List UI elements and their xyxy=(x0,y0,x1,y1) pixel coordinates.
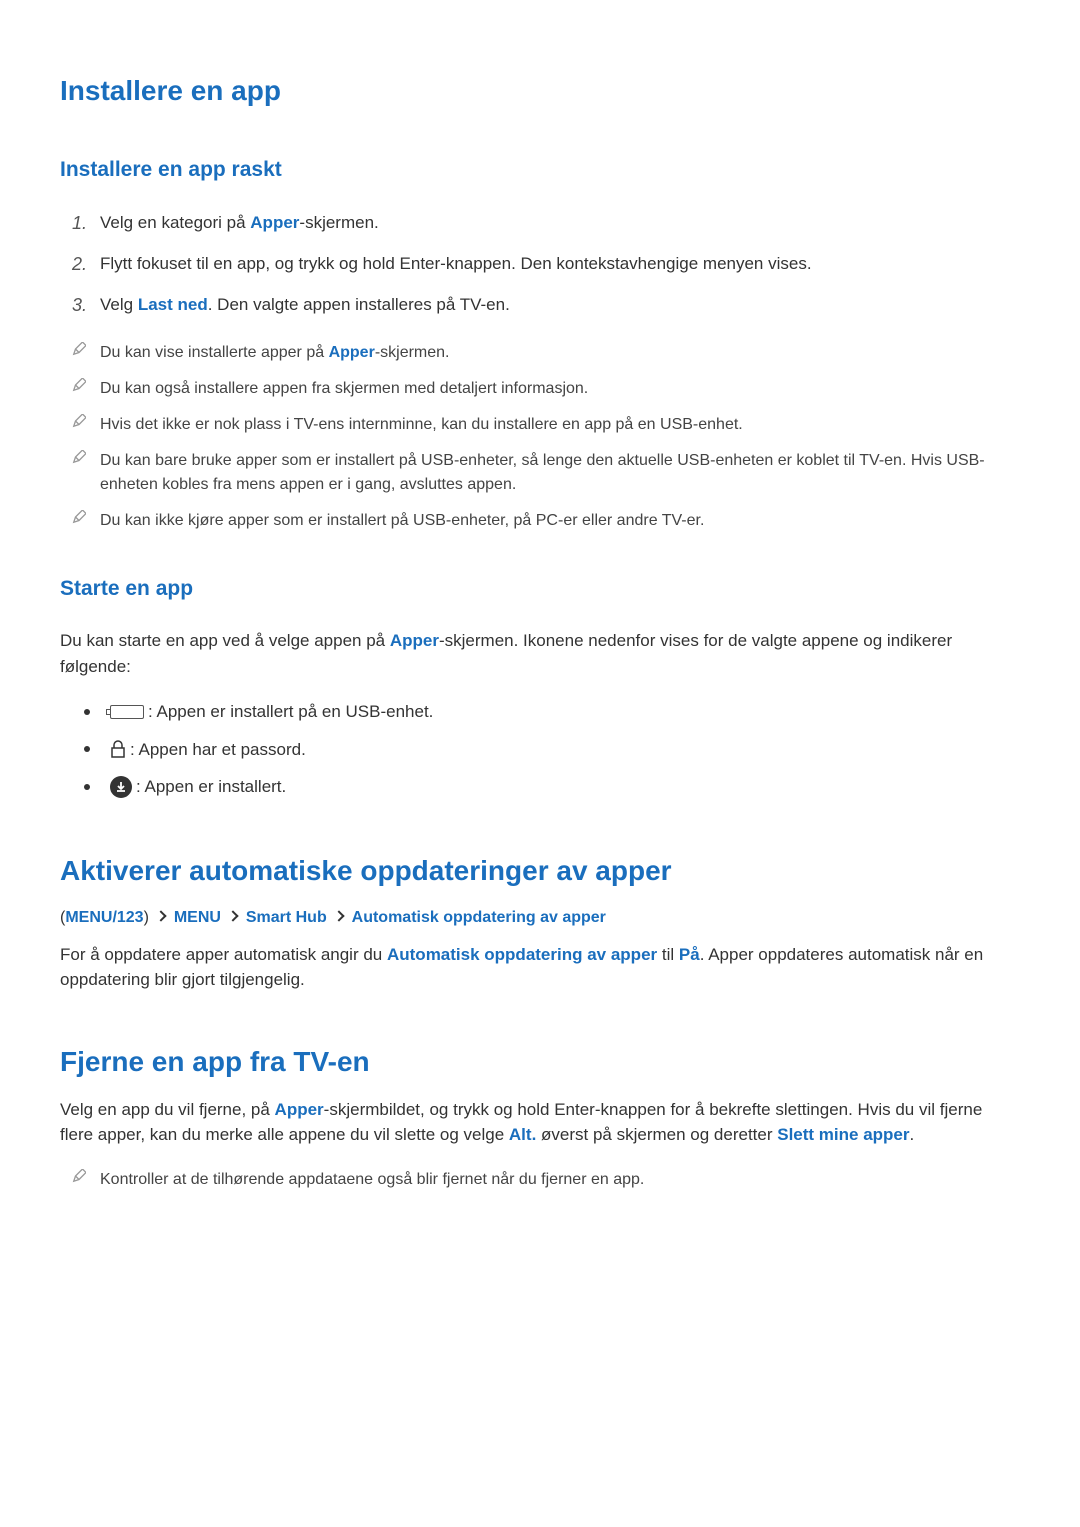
step-number: 2. xyxy=(72,251,100,278)
note-body: Du kan vise installerte apper på Apper-s… xyxy=(100,341,1020,365)
emphasis: Automatisk oppdatering av apper xyxy=(387,945,657,964)
list-item: Hvis det ikke er nok plass i TV-ens inte… xyxy=(72,413,1020,437)
text: Velg xyxy=(100,295,138,314)
emphasis: Last ned xyxy=(138,295,208,314)
list-item: : Appen er installert på en USB-enhet. xyxy=(84,699,1020,725)
list-item: Kontroller at de tilhørende appdataene o… xyxy=(72,1168,1020,1192)
list-item: : Appen er installert. xyxy=(84,774,1020,800)
text: -skjermen. xyxy=(375,344,450,361)
pencil-icon xyxy=(72,377,100,400)
emphasis: Apper xyxy=(390,631,439,650)
chevron-right-icon xyxy=(228,911,239,922)
text: Du kan vise installerte apper på xyxy=(100,344,329,361)
text: : Appen er installert på en USB-enhet. xyxy=(148,699,433,725)
note-body: Kontroller at de tilhørende appdataene o… xyxy=(100,1168,644,1192)
text: øverst på skjermen og deretter xyxy=(536,1125,777,1144)
text: . Den valgte appen installeres på TV-en. xyxy=(208,295,510,314)
pencil-icon xyxy=(72,341,100,364)
text: For å oppdatere apper automatisk angir d… xyxy=(60,945,387,964)
emphasis: På xyxy=(679,945,700,964)
text: . xyxy=(910,1125,915,1144)
bullet-icon xyxy=(84,746,90,752)
note-body: Hvis det ikke er nok plass i TV-ens inte… xyxy=(100,413,1020,437)
remove-notes-list: Kontroller at de tilhørende appdataene o… xyxy=(72,1168,1020,1192)
pencil-icon xyxy=(72,509,100,532)
text: : Appen er installert. xyxy=(136,774,286,800)
section-start-app: Starte en app xyxy=(60,573,1020,605)
step-body: Velg Last ned. Den valgte appen installe… xyxy=(100,292,1020,318)
pencil-icon xyxy=(72,449,100,472)
chevron-right-icon xyxy=(334,911,345,922)
breadcrumb-item: Automatisk oppdatering av apper xyxy=(352,909,606,926)
text: ) xyxy=(144,909,154,926)
list-item: 2. Flytt fokuset til en app, og trykk og… xyxy=(72,251,1020,278)
section-auto-update: Aktiverer automatiske oppdateringer av a… xyxy=(60,850,1020,892)
list-item: Du kan ikke kjøre apper som er installer… xyxy=(72,509,1020,533)
list-item: 1. Velg en kategori på Apper-skjermen. xyxy=(72,210,1020,237)
emphasis: Slett mine apper xyxy=(777,1125,909,1144)
remove-app-para: Velg en app du vil fjerne, på Apper-skje… xyxy=(60,1097,1020,1148)
section-install-quick: Installere en app raskt xyxy=(60,154,1020,186)
note-body: Du kan også installere appen fra skjerme… xyxy=(100,377,1020,401)
emphasis: Alt. xyxy=(509,1125,536,1144)
auto-update-para: For å oppdatere apper automatisk angir d… xyxy=(60,942,1020,993)
download-icon xyxy=(110,776,132,798)
emphasis: Apper xyxy=(250,213,299,232)
breadcrumb-item: MENU xyxy=(174,909,221,926)
emphasis: Apper xyxy=(275,1100,324,1119)
text: Velg en kategori på xyxy=(100,213,250,232)
list-item: Du kan bare bruke apper som er installer… xyxy=(72,449,1020,497)
list-item: Du kan vise installerte apper på Apper-s… xyxy=(72,341,1020,365)
text: Velg en app du vil fjerne, på xyxy=(60,1100,275,1119)
text: : Appen har et passord. xyxy=(130,737,306,763)
note-body: Du kan ikke kjøre apper som er installer… xyxy=(100,509,1020,533)
step-number: 1. xyxy=(72,210,100,237)
install-steps-list: 1. Velg en kategori på Apper-skjermen. 2… xyxy=(72,210,1020,319)
text: Du kan starte en app ved å velge appen p… xyxy=(60,631,390,650)
start-app-intro: Du kan starte en app ved å velge appen p… xyxy=(60,628,1020,679)
pencil-icon xyxy=(72,413,100,436)
chevron-right-icon xyxy=(156,911,167,922)
step-body: Velg en kategori på Apper-skjermen. xyxy=(100,210,1020,236)
list-item: : Appen har et passord. xyxy=(84,737,1020,763)
breadcrumb: (MENU/123) MENU Smart Hub Automatisk opp… xyxy=(60,906,1020,930)
breadcrumb-item: MENU/123 xyxy=(65,909,143,926)
list-item: Du kan også installere appen fra skjerme… xyxy=(72,377,1020,401)
breadcrumb-item: Smart Hub xyxy=(246,909,327,926)
text: -skjermen. xyxy=(299,213,378,232)
note-body: Du kan bare bruke apper som er installer… xyxy=(100,449,1020,497)
step-body: Flytt fokuset til en app, og trykk og ho… xyxy=(100,251,1020,277)
lock-icon xyxy=(110,740,126,758)
install-notes-list: Du kan vise installerte apper på Apper-s… xyxy=(72,341,1020,533)
step-number: 3. xyxy=(72,292,100,319)
page-title: Installere en app xyxy=(60,70,1020,112)
icon-meaning-list: : Appen er installert på en USB-enhet. :… xyxy=(84,699,1020,800)
list-item: 3. Velg Last ned. Den valgte appen insta… xyxy=(72,292,1020,319)
text: til xyxy=(657,945,679,964)
section-remove-app: Fjerne en app fra TV-en xyxy=(60,1041,1020,1083)
bullet-icon xyxy=(84,784,90,790)
usb-icon xyxy=(110,705,144,719)
bullet-icon xyxy=(84,709,90,715)
pencil-icon xyxy=(72,1168,100,1191)
emphasis: Apper xyxy=(329,344,375,361)
